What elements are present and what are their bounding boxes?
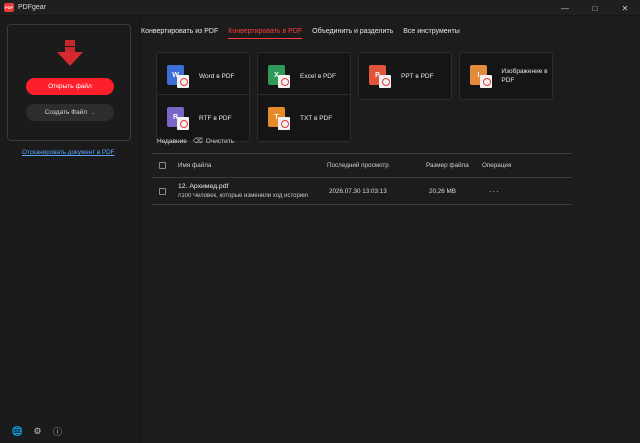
tile-ppt-to-pdf[interactable]: P PPT в PDF	[358, 52, 452, 100]
tab-convert-to-pdf[interactable]: Конвертировать в PDF	[228, 28, 303, 39]
title-bar: PDF PDFgear — □ ✕	[0, 0, 640, 16]
file-name: 12. Архимед.pdf	[178, 183, 229, 190]
download-arrow-icon	[57, 40, 83, 66]
tools-icon[interactable]: ⚙	[32, 426, 43, 437]
globe-icon[interactable]: 🌐	[12, 426, 23, 437]
window-controls: — □ ✕	[550, 0, 640, 16]
tile-label: Изображение в PDF	[501, 68, 548, 84]
close-icon[interactable]: ✕	[610, 0, 640, 16]
word-icon: W	[167, 65, 189, 88]
header-last-viewed: Последний просмотр	[327, 162, 389, 169]
tile-label: Excel в PDF	[300, 72, 336, 80]
open-file-card[interactable]: Открыть файл Создать Файл ⌄	[7, 24, 131, 141]
clear-button[interactable]: ⌫ Очистить	[192, 137, 235, 146]
txt-icon: T	[268, 107, 290, 130]
tab-bar: Конвертировать из PDF Конвертировать в P…	[141, 28, 470, 39]
create-file-button[interactable]: Создать Файл ⌄	[26, 104, 114, 121]
open-file-button[interactable]: Открыть файл	[26, 78, 114, 95]
info-icon[interactable]: ⓘ	[52, 426, 63, 437]
header-size: Размер файла	[426, 162, 469, 169]
tile-label: RTF в PDF	[199, 114, 232, 122]
select-all-checkbox[interactable]	[159, 162, 166, 169]
file-size-cell: 20,26 MB	[429, 187, 456, 195]
recent-files-table: Имя файла Последний просмотр Размер файл…	[151, 153, 572, 205]
row-checkbox[interactable]	[159, 187, 166, 195]
recent-label: Недавние	[157, 137, 187, 145]
app-title: PDFgear	[18, 4, 47, 11]
sidebar-bottom-icons: 🌐 ⚙ ⓘ	[12, 426, 63, 437]
tile-label: PPT в PDF	[401, 72, 434, 80]
header-name: Имя файла	[178, 162, 212, 169]
tab-convert-from-pdf[interactable]: Конвертировать из PDF	[141, 28, 218, 39]
tile-excel-to-pdf[interactable]: X Excel в PDF	[257, 52, 351, 100]
sidebar-divider	[139, 16, 140, 443]
app-logo: PDF	[4, 3, 14, 12]
table-row[interactable]: 12. Архимед.pdf /\100 Человек, которые и…	[151, 178, 572, 205]
maximize-icon[interactable]: □	[580, 0, 610, 16]
eraser-icon: ⌫	[192, 138, 203, 145]
file-title: /\100 Человек, которые изменили ход исто…	[178, 193, 309, 199]
more-options-icon[interactable]: ···	[489, 187, 500, 196]
sidebar: Открыть файл Создать Файл ⌄ Отсканироват…	[0, 16, 139, 443]
clear-label: Очистить	[205, 137, 235, 145]
tab-merge-split[interactable]: Объединить и разделить	[312, 28, 393, 39]
header-operation: Операция	[482, 162, 512, 169]
tile-label: TXT в PDF	[300, 114, 333, 122]
tile-label: Word в PDF	[199, 72, 235, 80]
rtf-icon: R	[167, 107, 189, 130]
chevron-down-icon: ⌄	[91, 109, 96, 116]
scan-to-pdf-link[interactable]: Отсканировать документ в PDF	[22, 149, 115, 156]
file-name-cell: 12. Архимед.pdf /\100 Человек, которые и…	[178, 183, 328, 199]
last-viewed-cell: 2026.07.30 13:03:13	[329, 187, 387, 195]
excel-icon: X	[268, 65, 290, 88]
tile-image-to-pdf[interactable]: I Изображение в PDF	[459, 52, 553, 100]
table-header: Имя файла Последний просмотр Размер файл…	[151, 153, 572, 178]
tab-all-tools[interactable]: Все инструменты	[403, 28, 460, 39]
recent-bar: Недавние ⌫ Очистить	[157, 137, 235, 146]
image-icon: I	[470, 65, 492, 88]
tile-rtf-to-pdf[interactable]: R RTF в PDF	[156, 94, 250, 142]
create-file-label: Создать Файл	[44, 109, 88, 116]
tile-word-to-pdf[interactable]: W Word в PDF	[156, 52, 250, 100]
tile-txt-to-pdf[interactable]: T TXT в PDF	[257, 94, 351, 142]
minimize-icon[interactable]: —	[550, 0, 580, 16]
ppt-icon: P	[369, 65, 391, 88]
